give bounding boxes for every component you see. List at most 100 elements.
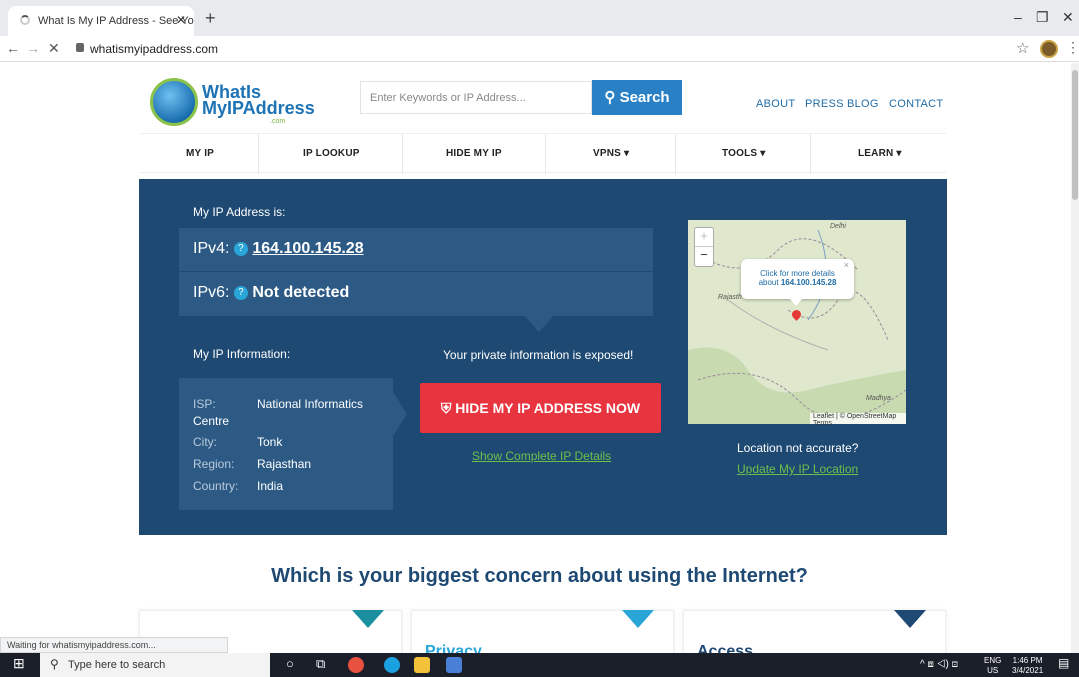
popup-line1: Click for more details	[760, 269, 835, 278]
restore-icon[interactable]: ❐	[1036, 9, 1049, 26]
clock-date: 3/4/2021	[1012, 666, 1044, 675]
logo-text-line3: .com	[270, 118, 286, 125]
popup-close-icon[interactable]: ×	[844, 260, 849, 270]
contact-link[interactable]: CONTACT	[889, 98, 943, 110]
map-label-rajasthan: Rajasth	[718, 294, 742, 301]
task-view-icon[interactable]: ⧉	[316, 656, 325, 672]
ipv4-value[interactable]: 164.100.145.28	[252, 240, 363, 257]
edge-icon[interactable]	[384, 657, 400, 673]
map-label-madhya: Madhya	[866, 395, 891, 402]
menu-divider	[258, 134, 259, 174]
region-value: Rajasthan	[257, 457, 312, 471]
ipv6-line: IPv6: ? Not detected	[193, 284, 349, 302]
taskbar-search[interactable]: ⚲ Type here to search	[40, 653, 270, 677]
hide-my-ip-label: HIDE MY IP ADDRESS NOW	[455, 400, 641, 416]
popup-ip: 164.100.145.28	[780, 278, 837, 287]
menu-divider	[675, 134, 676, 174]
about-link[interactable]: ABOUT	[756, 98, 795, 110]
close-tab-icon[interactable]: ✕	[176, 13, 186, 27]
minimize-icon[interactable]: –	[1014, 9, 1022, 25]
clock[interactable]: 1:46 PM 3/4/2021	[1012, 656, 1043, 676]
menu-my-ip[interactable]: MY IP	[186, 148, 214, 159]
help-icon[interactable]: ?	[233, 242, 248, 256]
complete-ip-details-link[interactable]: Show Complete IP Details	[472, 449, 611, 463]
concern-heading: Which is your biggest concern about usin…	[271, 565, 808, 587]
menu-vpns[interactable]: VPNS ▾	[593, 148, 629, 159]
popup-prefix: about	[758, 278, 781, 287]
main-nav-menu: MY IP IP LOOKUP HIDE MY IP VPNS ▾ TOOLS …	[140, 133, 946, 174]
cortana-icon[interactable]: ○	[286, 656, 294, 671]
search-icon: ⚲	[604, 89, 616, 106]
notifications-icon[interactable]: ▤	[1058, 656, 1069, 670]
lock-icon	[76, 43, 84, 52]
url-field[interactable]: whatismyipaddress.com	[90, 42, 218, 56]
address-bar: ← → ✕ whatismyipaddress.com ☆ ⋮	[0, 36, 1079, 62]
location-question: Location not accurate?	[737, 441, 859, 455]
callout-pointer	[523, 314, 555, 332]
isp-value: National Informatics	[257, 397, 364, 411]
zoom-in-icon[interactable]: +	[695, 228, 713, 247]
globe-logo-icon	[150, 78, 198, 126]
menu-ip-lookup[interactable]: IP LOOKUP	[303, 148, 360, 159]
menu-hide-my-ip[interactable]: HIDE MY IP	[446, 148, 502, 159]
country-value: India	[257, 479, 284, 493]
search-input[interactable]: Enter Keywords or IP Address...	[360, 81, 592, 114]
zoom-out-icon[interactable]: −	[695, 247, 713, 266]
map-label-delhi: Delhi	[830, 223, 846, 230]
app-icon[interactable]	[446, 657, 462, 673]
menu-divider	[810, 134, 811, 174]
browser-status-bar: Waiting for whatismyipaddress.com...	[0, 637, 228, 653]
logo-text-line2: MyIPAddress	[202, 98, 315, 118]
ipv4-label: IPv4:	[193, 240, 230, 257]
ipv6-value: Not detected	[252, 284, 350, 301]
browser-tab[interactable]: What Is My IP Address - See Your ✕	[8, 6, 194, 36]
chrome-icon[interactable]	[348, 657, 364, 673]
map-attribution[interactable]: Leaflet | © OpenStreetMap Terms	[810, 413, 906, 427]
taskbar-search-placeholder: Type here to search	[68, 659, 166, 671]
back-icon[interactable]: ←	[6, 40, 20, 56]
loading-spinner-icon	[20, 15, 30, 25]
scrollbar-thumb[interactable]	[1072, 70, 1078, 200]
menu-learn[interactable]: LEARN ▾	[858, 148, 902, 159]
search-button-label: Search	[619, 89, 670, 106]
card-pointer	[352, 610, 384, 628]
hide-my-ip-button[interactable]: ⛨ HIDE MY IP ADDRESS NOW	[420, 383, 661, 433]
help-icon[interactable]: ?	[233, 286, 248, 300]
update-location-link[interactable]: Update My IP Location	[737, 462, 858, 476]
browser-tab-bar: What Is My IP Address - See Your ✕ + – ❐…	[0, 0, 1079, 36]
search-button[interactable]: ⚲ Search	[592, 80, 682, 115]
city-label: City:	[193, 435, 217, 449]
card-pointer	[894, 610, 926, 628]
forward-icon[interactable]: →	[26, 40, 40, 56]
press-link[interactable]: PRESS	[805, 98, 844, 110]
popup-line2: about 164.100.145.28	[741, 278, 854, 287]
tray-icons[interactable]: ^ ⧈ ◁) ⊡	[920, 659, 958, 670]
map-popup[interactable]: × Click for more details about 164.100.1…	[741, 259, 854, 299]
windows-taskbar: ⊞ ⚲ Type here to search ○ ⧉ ^ ⧈ ◁) ⊡ ENG…	[0, 653, 1079, 677]
ipv6-label: IPv6:	[193, 284, 230, 301]
city-value: Tonk	[257, 435, 283, 449]
exposed-warning: Your private information is exposed!	[443, 348, 634, 362]
stop-icon[interactable]: ✕	[48, 40, 60, 57]
lang-text: ENG	[984, 656, 1002, 665]
menu-tools[interactable]: TOOLS ▾	[722, 148, 765, 159]
site-logo[interactable]: WhatIs MyIPAddress .com	[150, 78, 315, 128]
ipv4-line: IPv4: ? 164.100.145.28	[193, 240, 364, 258]
new-tab-icon[interactable]: +	[205, 9, 216, 27]
menu-kebab-icon[interactable]: ⋮	[1066, 39, 1079, 56]
language-indicator[interactable]: ENG US	[984, 656, 1001, 676]
blog-link[interactable]: BLOG	[847, 98, 879, 110]
shield-icon: ⛨	[440, 400, 452, 416]
file-explorer-icon[interactable]	[414, 657, 430, 673]
my-ip-label: My IP Address is:	[193, 205, 286, 219]
isp-value-cont: Centre	[193, 414, 230, 428]
tab-title: What Is My IP Address - See Your	[38, 15, 194, 27]
bookmark-star-icon[interactable]: ☆	[1016, 39, 1029, 57]
window-close-icon[interactable]: ✕	[1062, 9, 1074, 26]
menu-divider	[402, 134, 403, 174]
profile-avatar[interactable]	[1040, 40, 1058, 58]
windows-start-icon[interactable]: ⊞	[13, 655, 25, 672]
location-map[interactable]	[688, 220, 906, 424]
map-terrain	[688, 229, 906, 424]
isp-label: ISP:	[193, 397, 216, 411]
